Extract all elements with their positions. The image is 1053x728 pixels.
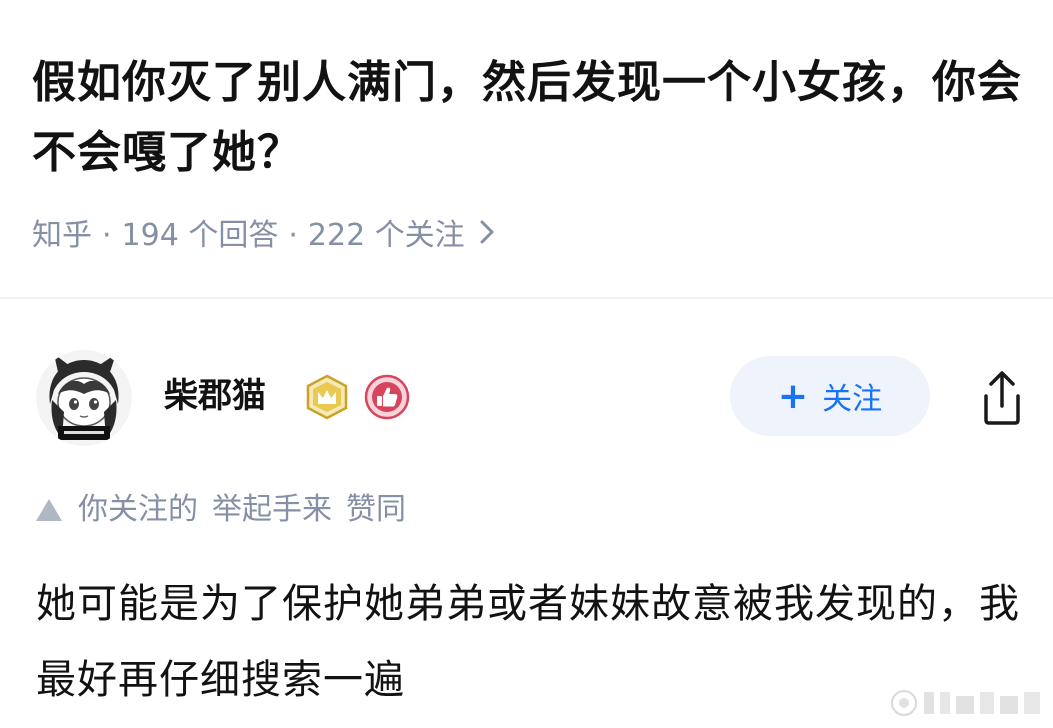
question-title[interactable]: 假如你灭了别人满门，然后发现一个小女孩，你会不会嘎了她？ bbox=[32, 48, 1022, 188]
meta-separator: · bbox=[288, 218, 298, 253]
section-divider bbox=[0, 297, 1053, 299]
question-header: 假如你灭了别人满门，然后发现一个小女孩，你会不会嘎了她？ bbox=[32, 48, 1022, 188]
watermark-logo bbox=[888, 686, 1048, 720]
level-crown-badge-icon[interactable] bbox=[304, 374, 350, 420]
endorse-prefix: 你关注的 bbox=[78, 492, 198, 527]
answer-author-row: 柴郡猫 + 关注 bbox=[36, 350, 1036, 450]
follow-button[interactable]: + 关注 bbox=[730, 356, 930, 436]
avatar[interactable] bbox=[36, 350, 132, 446]
endorse-user[interactable]: 举起手来 bbox=[212, 490, 332, 530]
plus-icon: + bbox=[777, 375, 809, 417]
follow-label: 关注 bbox=[822, 382, 883, 417]
endorse-action: 赞同 bbox=[346, 492, 406, 527]
endorsement-row: 你关注的 举起手来 赞同 bbox=[36, 490, 406, 530]
answer-count: 194 个回答 bbox=[121, 218, 279, 253]
meta-separator: · bbox=[102, 218, 112, 253]
source-label: 知乎 bbox=[32, 218, 92, 253]
answer-text[interactable]: 她可能是为了保护她弟弟或者妹妹故意被我发现的，我最好再仔细搜索一遍 bbox=[36, 566, 1026, 718]
question-meta[interactable]: 知乎 · 194 个回答 · 222 个关注 bbox=[32, 216, 495, 256]
follower-count: 222 个关注 bbox=[307, 218, 465, 253]
share-icon[interactable] bbox=[974, 368, 1030, 428]
thumbs-up-badge-icon[interactable] bbox=[364, 374, 410, 420]
author-name[interactable]: 柴郡猫 bbox=[164, 374, 266, 418]
upvote-triangle-icon bbox=[36, 499, 62, 521]
chevron-right-icon bbox=[479, 216, 495, 256]
